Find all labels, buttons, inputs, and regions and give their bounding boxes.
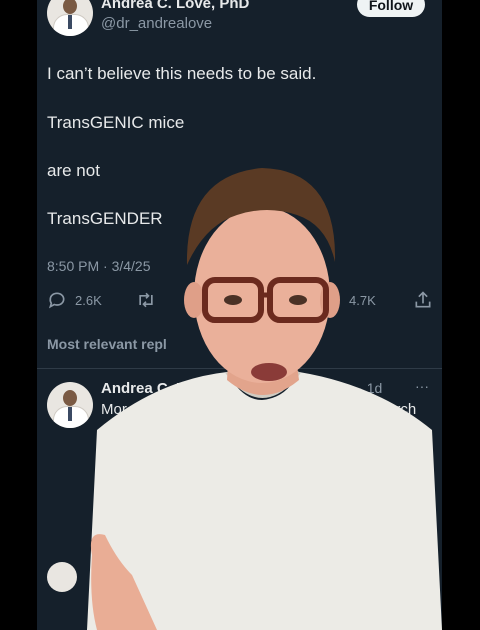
right-letterbox	[442, 0, 480, 630]
left-letterbox	[0, 0, 37, 630]
presenter-video-overlay	[87, 168, 442, 630]
tweet-screen: Andrea C. Love, PhD @dr_andrealove Follo…	[37, 0, 442, 630]
